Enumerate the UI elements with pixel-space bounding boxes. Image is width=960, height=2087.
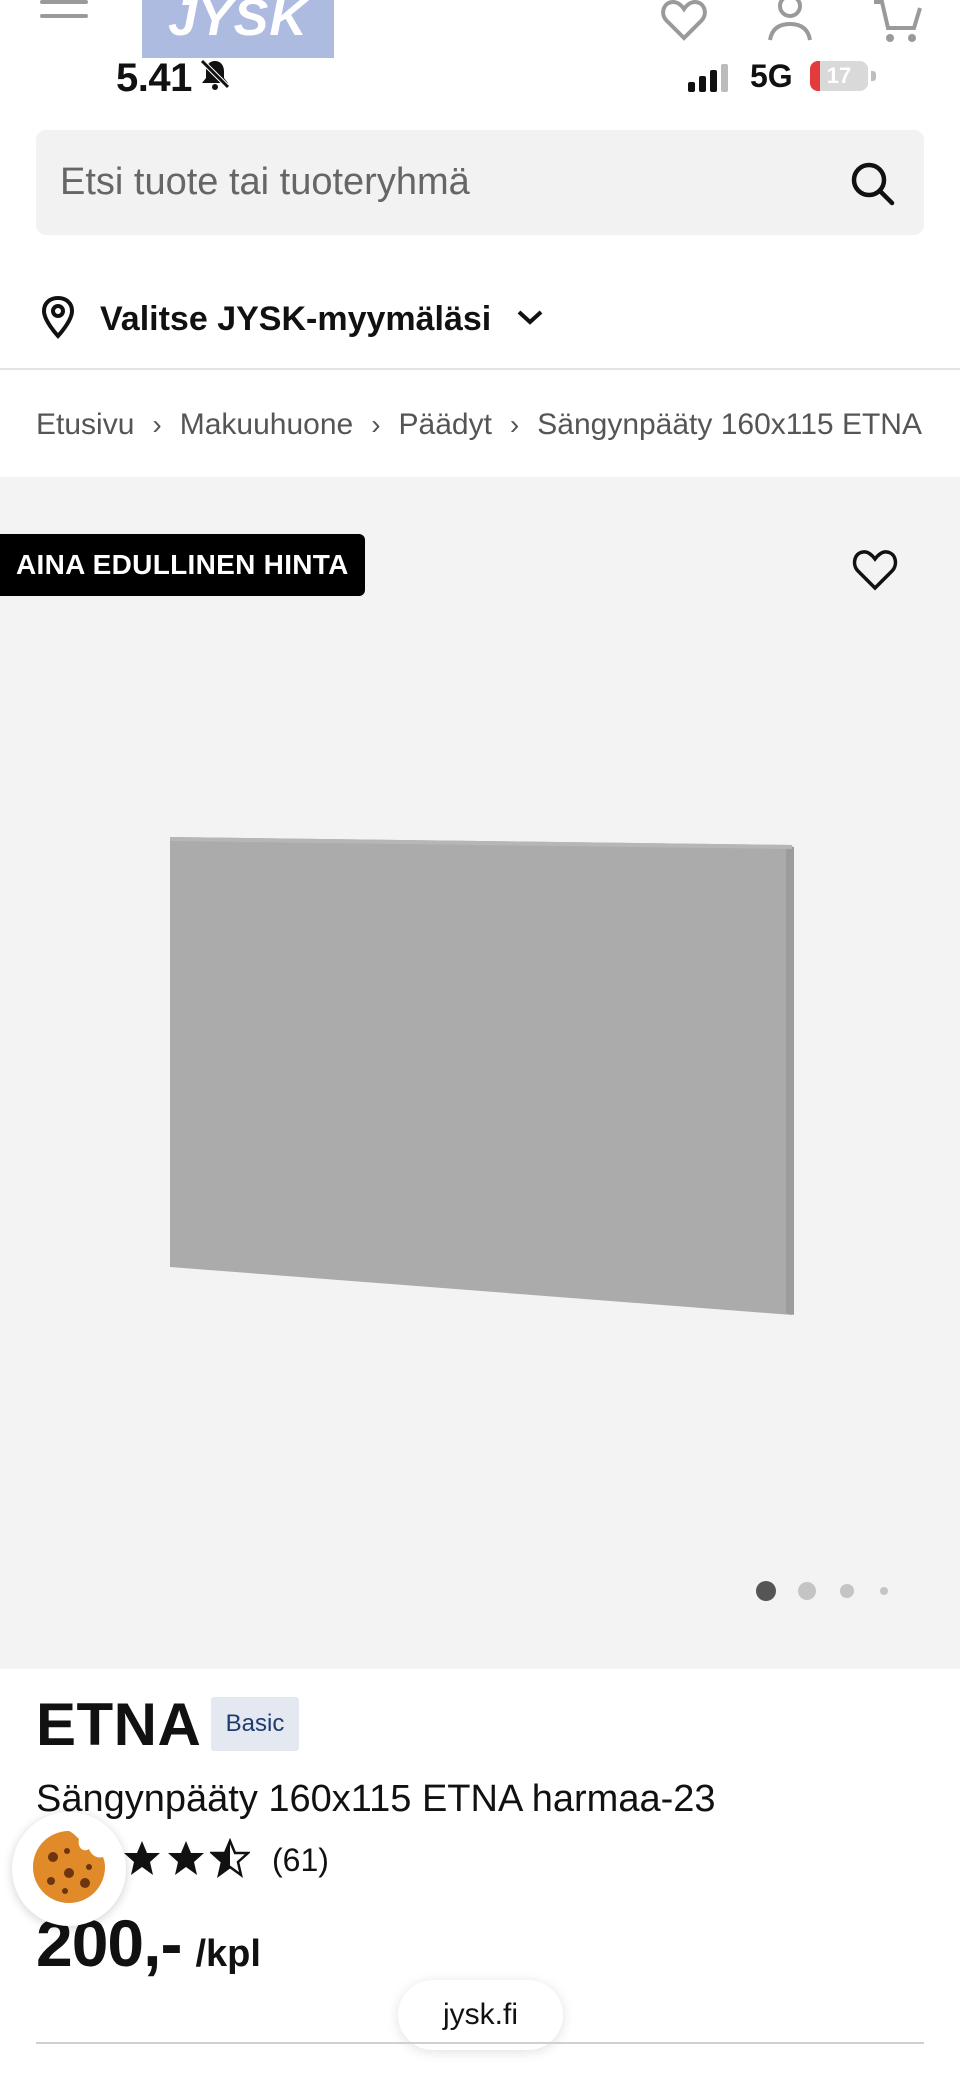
breadcrumb-link-bedroom[interactable]: Makuuhuone (180, 408, 353, 442)
menu-icon[interactable] (40, 0, 88, 36)
gallery-dot[interactable] (798, 1582, 816, 1600)
star-icon (122, 1838, 162, 1883)
search-input[interactable] (60, 161, 844, 204)
battery-text: 17 (826, 63, 852, 88)
breadcrumb-current: Sängynpääty 160x115 ETNA (537, 408, 922, 441)
browser-url-pill[interactable]: jysk.fi (398, 1980, 563, 2050)
jysk-logo[interactable]: JYSK (142, 0, 334, 58)
status-time: 5.41 (116, 56, 232, 101)
breadcrumb-link-home[interactable]: Etusivu (36, 408, 134, 442)
price-unit: /kpl (195, 1933, 261, 1975)
location-pin-icon (40, 295, 76, 344)
chevron-down-icon (515, 307, 545, 332)
gallery-dot[interactable] (840, 1584, 854, 1598)
gallery-pagination[interactable] (756, 1581, 888, 1601)
product-brand: ETNA (36, 1691, 202, 1758)
section-divider (0, 368, 960, 370)
promo-badge: AINA EDULLINEN HINTA (0, 534, 365, 596)
gallery-dot[interactable] (880, 1587, 888, 1595)
product-rating[interactable]: (61) (122, 1836, 329, 1884)
breadcrumb-link-headboards[interactable]: Päädyt (399, 408, 492, 442)
basic-badge: Basic (211, 1697, 299, 1751)
product-gallery[interactable]: AINA EDULLINEN HINTA (0, 477, 960, 1669)
bell-muted-icon (198, 56, 232, 101)
store-selector-label: Valitse JYSK-myymäläsi (100, 299, 492, 338)
product-title: Sängynpääty 160x115 ETNA harmaa-23 (36, 1778, 716, 1820)
signal-icon (688, 64, 728, 92)
heart-icon[interactable] (658, 0, 710, 44)
add-to-wishlist-heart-icon[interactable] (850, 548, 900, 594)
user-icon[interactable] (764, 0, 816, 44)
chevron-right-icon: › (509, 409, 520, 440)
logo-text: JYSK (168, 0, 308, 47)
product-image-headboard (160, 827, 800, 1317)
network-label: 5G (750, 58, 793, 94)
chevron-right-icon: › (152, 409, 162, 440)
bottom-divider (36, 2042, 924, 2044)
cookie-icon (29, 1827, 109, 1912)
chevron-right-icon: › (371, 409, 381, 440)
battery-tip (871, 71, 876, 81)
breadcrumb: Etusivu › Makuuhuone › Päädyt › Sängynpä… (36, 400, 924, 450)
review-count: (61) (272, 1841, 329, 1878)
time-text: 5.41 (116, 56, 192, 100)
star-icon (166, 1838, 206, 1883)
search-icon[interactable] (844, 155, 900, 211)
battery-level (810, 61, 820, 91)
cookie-settings-button[interactable] (12, 1812, 126, 1926)
gallery-dot[interactable] (756, 1581, 776, 1601)
cart-icon[interactable] (872, 0, 924, 44)
top-bar: JYSK 5.41 5G 17 (0, 0, 960, 110)
search-bar (36, 130, 924, 235)
battery-icon: 17 (810, 61, 868, 91)
star-half-icon (208, 1837, 252, 1883)
store-selector[interactable]: Valitse JYSK-myymäläsi (40, 285, 545, 353)
